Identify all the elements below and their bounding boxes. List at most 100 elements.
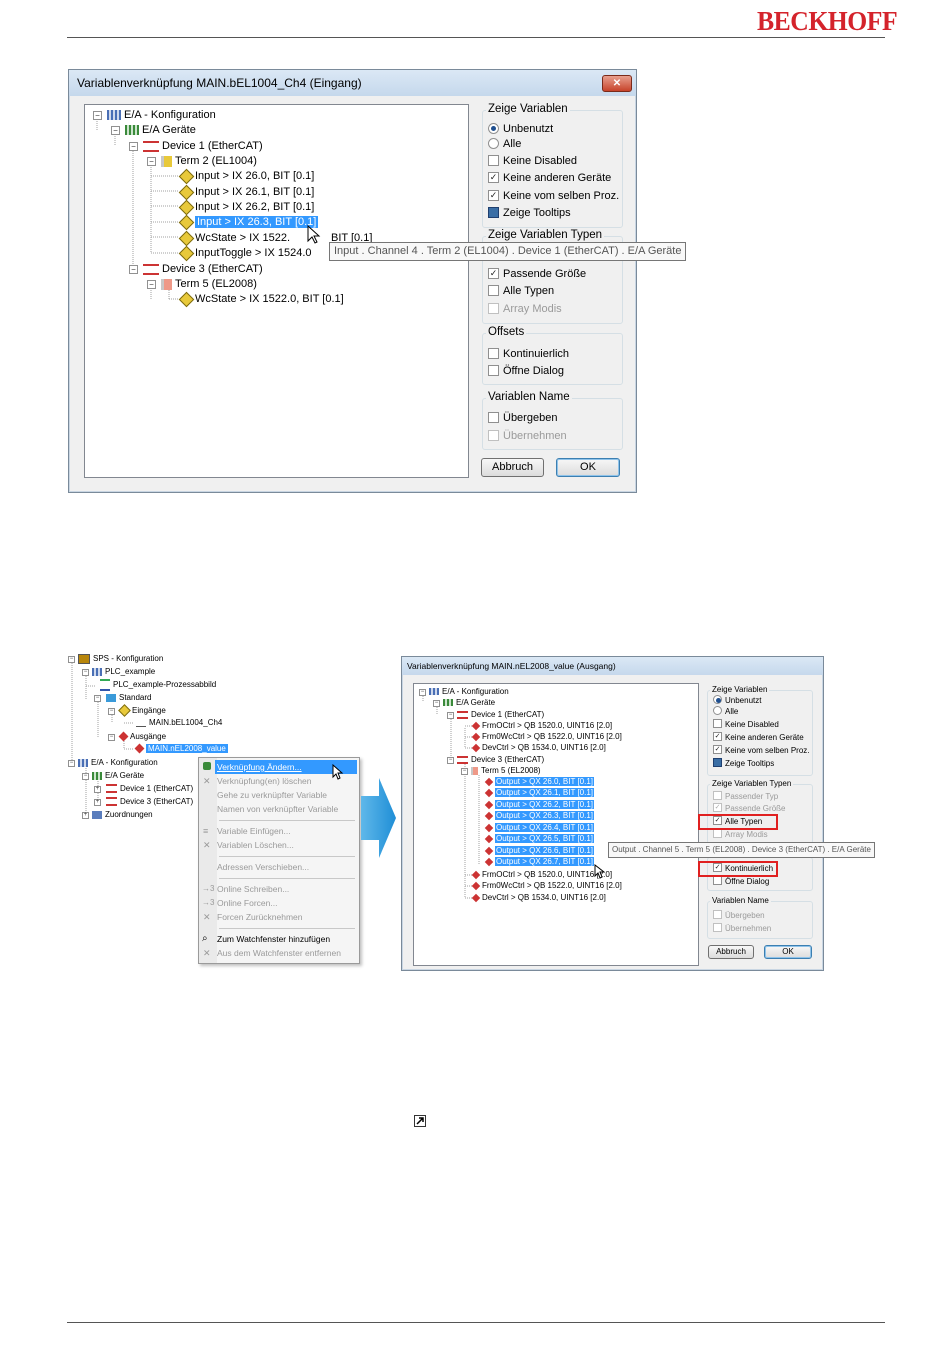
radio-unbenutzt[interactable]: Unbenutzt [713,695,761,706]
tree-node[interactable]: Zuordnungen [92,809,153,821]
tree-node[interactable]: FrmOCtrl > QB 1520.0, UINT16 [2.0] [471,720,612,731]
checkbox-kontinuierlich[interactable]: Kontinuierlich [488,347,569,361]
checkbox-keine-disabled[interactable]: Keine Disabled [713,719,779,730]
ok-button[interactable]: OK [764,945,812,959]
expand-toggle[interactable]: + [82,812,89,819]
tree-node[interactable]: E/A - Konfiguration [107,108,216,122]
tree-node-selected[interactable]: Output > QX 26.5, BIT [0.1] [484,833,595,844]
menu-item-online-forcen[interactable]: →3 Online Forcen... [199,896,359,910]
menu-item-variable-einfuegen[interactable]: ≡ Variable Einfügen... [199,824,359,838]
tree-node-selected[interactable]: Output > QX 26.3, BIT [0.1] [484,810,595,821]
tree-node[interactable]: Term 5 (EL2008) [161,277,257,291]
tree-node-selected[interactable]: Output > QX 26.6, BIT [0.1] [484,845,595,856]
tree-node[interactable]: WcState > IX 1522. [178,230,290,246]
collapse-toggle[interactable]: − [461,768,468,775]
tree-node[interactable]: Eingänge [118,704,166,718]
radio-unbenutzt[interactable]: Unbenutzt [488,122,553,136]
cancel-button[interactable]: Abbruch [481,458,544,477]
collapse-toggle[interactable]: − [147,280,156,289]
checkbox-array-modis[interactable]: Array Modis [713,829,768,840]
tree-node[interactable]: Term 5 (EL2008) [471,765,541,776]
menu-item-forcen-zuruecknehmen[interactable]: ✕ Forcen Zurücknehmen [199,910,359,924]
tree-node-selected[interactable]: Output > QX 26.2, BIT [0.1] [484,799,595,810]
tree-node-selected[interactable]: Input > IX 26.3, BIT [0.1] [178,214,319,230]
cancel-button[interactable]: Abbruch [708,945,754,959]
checkbox-passender-typ[interactable]: Passender Typ [713,791,778,802]
tree-node-selected[interactable]: Output > QX 26.7, BIT [0.1] [484,856,595,867]
checkbox-keine-anderen-geraete[interactable]: ✓ Keine anderen Geräte [713,732,804,743]
tree-node[interactable]: FrmOCtrl > QB 1520.0, UINT16 [2.0] [471,869,612,880]
tree-node[interactable]: E/A - Konfiguration [78,757,158,769]
collapse-toggle[interactable]: − [108,708,115,715]
tree-node[interactable]: Frm0WcCtrl > QB 1522.0, UINT16 [2.0] [471,880,622,891]
collapse-toggle[interactable]: − [108,734,115,741]
collapse-toggle[interactable]: − [447,757,454,764]
tree-node[interactable]: E/A - Konfiguration [429,686,509,697]
tree-node[interactable]: SPS - Konfiguration [78,653,163,665]
tree-node[interactable]: E/A Geräte [92,770,144,782]
checkbox-zeige-tooltips[interactable]: Zeige Tooltips [488,206,571,220]
tree-node[interactable]: Device 1 (EtherCAT) [143,139,263,153]
checkbox-uebergeben[interactable]: Übergeben [488,411,557,425]
radio-alle[interactable]: Alle [713,706,738,717]
checkbox-passende-groesse[interactable]: ✓ Passende Größe [713,803,785,814]
menu-item-namen-variable[interactable]: Namen von verknüpfter Variable [199,802,359,816]
menu-item-watchfenster-hinzufuegen[interactable]: ⌕ Zum Watchfenster hinzufügen [199,932,359,946]
checkbox-uebergeben[interactable]: Übergeben [713,910,765,921]
checkbox-keine-vom-selben-proz[interactable]: ✓ Keine vom selben Proz. [488,189,619,203]
checkbox-uebernehmen[interactable]: Übernehmen [713,923,771,934]
collapse-toggle[interactable]: − [68,656,75,663]
menu-item-adressen-verschieben[interactable]: Adressen Verschieben... [199,860,359,874]
checkbox-passende-groesse[interactable]: ✓ Passende Größe [488,267,586,281]
ok-button[interactable]: OK [556,458,620,477]
menu-item-gehe-zu-variable[interactable]: Gehe zu verknüpfter Variable [199,788,359,802]
collapse-toggle[interactable]: − [129,265,138,274]
tree-node[interactable]: Input > IX 26.2, BIT [0.1] [178,199,314,215]
tree-node[interactable]: Ausgänge [118,731,166,743]
checkbox-uebernehmen[interactable]: Übernehmen [488,429,567,443]
checkbox-keine-anderen-geraete[interactable]: ✓ Keine anderen Geräte [488,171,611,185]
tree-node[interactable]: DevCtrl > QB 1534.0, UINT16 [2.0] [471,742,606,753]
tree-node[interactable]: Device 3 (EtherCAT) [143,262,263,276]
collapse-toggle[interactable]: − [82,669,89,676]
tree-node-selected[interactable]: Output > QX 26.4, BIT [0.1] [484,822,595,833]
checkbox-oeffne-dialog[interactable]: Öffne Dialog [713,876,769,887]
checkbox-keine-disabled[interactable]: Keine Disabled [488,154,577,168]
collapse-toggle[interactable]: − [129,142,138,151]
checkbox-oeffne-dialog[interactable]: Öffne Dialog [488,364,564,378]
collapse-toggle[interactable]: − [433,700,440,707]
tree-node[interactable]: PLC_example-Prozessabbild [100,679,216,691]
tree-node[interactable]: MAIN.bEL1004_Ch4 [136,717,222,729]
tree-node-selected[interactable]: Output > QX 26.1, BIT [0.1] [484,787,595,798]
collapse-toggle[interactable]: − [68,760,75,767]
collapse-toggle[interactable]: − [447,712,454,719]
collapse-toggle[interactable]: − [147,157,156,166]
tree-node[interactable]: DevCtrl > QB 1534.0, UINT16 [2.0] [471,892,606,903]
menu-item-variablen-loeschen[interactable]: ✕ Variablen Löschen... [199,838,359,852]
collapse-toggle[interactable]: − [111,126,120,135]
tree-node[interactable]: Device 3 (EtherCAT) [457,754,544,765]
expand-toggle[interactable]: + [94,786,101,793]
tree-node[interactable]: Input > IX 26.1, BIT [0.1] [178,184,314,200]
checkbox-zeige-tooltips[interactable]: Zeige Tooltips [713,758,774,769]
tree-node[interactable]: InputToggle > IX 1524.0 [178,245,312,261]
collapse-toggle[interactable]: − [93,111,102,120]
tree-node[interactable]: Frm0WcCtrl > QB 1522.0, UINT16 [2.0] [471,731,622,742]
checkbox-alle-typen[interactable]: Alle Typen [488,284,554,298]
tree-node[interactable]: Term 2 (EL1004) [161,154,257,168]
radio-alle[interactable]: Alle [488,137,521,151]
tree-node[interactable]: E/A Geräte [125,123,196,137]
tree-node-selected[interactable]: Output > QX 26.0, BIT [0.1] [484,776,595,787]
menu-item-watchfenster-entfernen[interactable]: ✕ Aus dem Watchfenster entfernen [199,946,359,960]
menu-item-online-schreiben[interactable]: →3 Online Schreiben... [199,882,359,896]
tree-node[interactable]: Device 1 (EtherCAT) [106,783,193,795]
external-link-icon[interactable] [414,1115,426,1127]
collapse-toggle[interactable]: − [82,773,89,780]
tree-node[interactable]: Device 1 (EtherCAT) [457,709,544,720]
tree-node[interactable]: Standard [106,692,151,704]
tree-node[interactable]: PLC_example [92,666,155,678]
close-button[interactable]: ✕ [602,75,632,92]
tree-node[interactable]: WcState > IX 1522.0, BIT [0.1] [178,291,344,307]
tree-node[interactable]: Device 3 (EtherCAT) [106,796,193,808]
variable-tree[interactable]: − E/A - Konfiguration − E/A Geräte − Dev… [84,104,469,478]
